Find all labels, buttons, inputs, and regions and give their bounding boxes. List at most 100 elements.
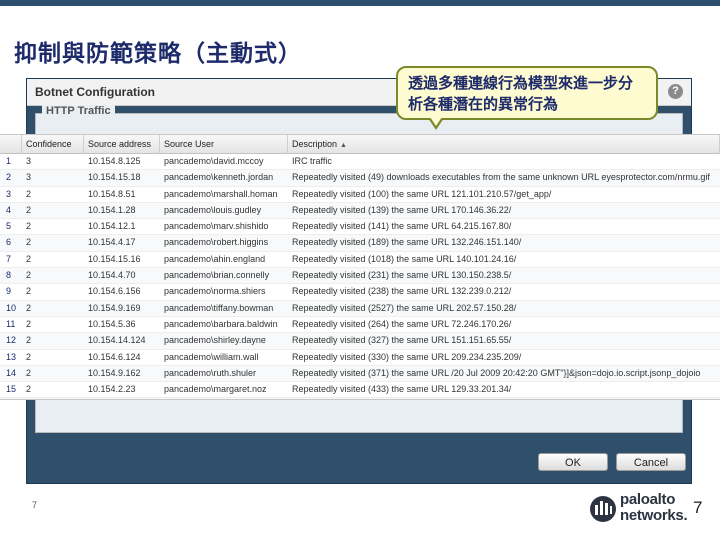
row-number-header	[0, 135, 22, 153]
top-bar	[0, 0, 720, 6]
confidence-cell: 2	[26, 302, 32, 313]
table-row[interactable]: 10 2 10.154.9.169 pancademo\tiffany.bowman R…	[0, 300, 720, 317]
source-user-cell: pancademo\marshall.homan	[164, 188, 278, 199]
section-title: HTTP Traffic	[42, 105, 115, 117]
source-address-column-header[interactable]: Source address	[84, 135, 160, 153]
table-row[interactable]: 8 2 10.154.4.70 pancademo\brian.connelly Rep…	[0, 268, 720, 285]
table-row[interactable]: 6 2 10.154.4.17 pancademo\robert.higgins Rep…	[0, 235, 720, 252]
description-header-label: Description	[292, 139, 338, 149]
confidence-cell: 2	[26, 221, 32, 232]
row-number: 16	[0, 398, 22, 399]
source-user-column-header[interactable]: Source User	[160, 135, 288, 153]
source-address-cell: 10.154.2.53	[84, 398, 160, 399]
slide-title: 抑制與防範策略（主動式）	[14, 40, 302, 67]
row-number: 15	[6, 384, 17, 395]
table-header: Confidence Source address Source User De…	[0, 135, 720, 154]
row-number: 5	[6, 221, 12, 232]
paloalto-logo-icon	[590, 496, 616, 522]
source-user-cell: pancademo\norma.shiers	[164, 286, 266, 297]
description-cell: Repeatedly visited (2527) the same URL 2…	[292, 302, 517, 313]
confidence-cell: 3	[26, 156, 32, 166]
source-user-cell: pancademo\brian.connelly	[164, 270, 270, 281]
source-user-cell: pancademo\ahin.england	[164, 253, 266, 264]
description-cell: Repeatedly visited (49) downloads execut…	[292, 172, 710, 183]
table-row[interactable]: 2 3 10.154.15.18 pancademo\kenneth.jordan Re…	[0, 170, 720, 187]
source-user-cell: pancademo\louis.gudley	[164, 204, 262, 215]
ok-button[interactable]: OK	[538, 453, 608, 471]
source-user-cell: pancademo\william.wall	[164, 351, 259, 362]
confidence-cell: 2	[26, 204, 32, 215]
help-icon[interactable]: ?	[668, 84, 683, 99]
table-row[interactable]: 4 2 10.154.1.28 pancademo\louis.gudley Repea…	[0, 202, 720, 220]
row-number: 13	[6, 351, 17, 362]
table-row[interactable]: 3 2 10.154.8.51 pancademo\marshall.homan Rep…	[0, 187, 720, 203]
table-row[interactable]: 9 2 10.154.6.156 pancademo\norma.shiers Repe…	[0, 284, 720, 301]
description-cell: Repeatedly visited (327) the same URL 15…	[292, 335, 512, 346]
table-row[interactable]: 15 2 10.154.2.23 pancademo\margaret.noz Repe…	[0, 382, 720, 399]
source-address-cell: 10.154.9.162	[88, 367, 141, 378]
source-address-cell: 10.154.6.124	[88, 351, 141, 362]
description-cell: Repeatedly visited (100) the same URL 12…	[292, 188, 552, 199]
description-cell: Repeatedly visited (330) the same URL 20…	[292, 351, 522, 362]
botnet-report-table: Confidence Source address Source User De…	[0, 134, 720, 400]
description-cell: Repeatedly visited (433) the same URL 12…	[292, 384, 512, 395]
row-number: 2	[6, 172, 12, 183]
source-user-cell: pancademo\robert.higgins	[164, 237, 269, 248]
description-cell: Repeatedly visited (45) the same URL 174…	[288, 398, 720, 399]
page-number: 7	[693, 498, 703, 517]
row-number: 8	[6, 270, 12, 281]
source-address-cell: 10.154.4.70	[88, 270, 136, 281]
cancel-button[interactable]: Cancel	[616, 453, 686, 471]
source-address-cell: 10.154.12.1	[88, 221, 136, 232]
description-cell: Repeatedly visited (1018) the same URL 1…	[292, 253, 517, 264]
source-user-cell: pancademo\david.mccoy	[164, 156, 264, 166]
confidence-column-header[interactable]: Confidence	[22, 135, 84, 153]
source-address-cell: 10.154.9.169	[88, 302, 141, 313]
description-cell: IRC traffic	[292, 156, 332, 166]
table-row[interactable]: 12 2 10.154.14.124 pancademo\shirley.dayne R…	[0, 333, 720, 350]
description-cell: Repeatedly visited (189) the same URL 13…	[292, 237, 522, 248]
confidence-cell: 2	[26, 253, 32, 264]
logo-line-1: paloalto	[620, 491, 676, 508]
confidence-cell: 2	[22, 398, 84, 399]
page-number-small: 7	[32, 500, 38, 510]
paloalto-networks-logo: paloalto networks.	[590, 490, 688, 528]
source-address-cell: 10.154.2.23	[88, 384, 136, 395]
source-address-cell: 10.154.15.16	[88, 253, 141, 264]
description-cell: Repeatedly visited (371) the same URL /2…	[292, 367, 701, 378]
confidence-cell: 2	[26, 237, 32, 248]
description-column-header[interactable]: Description ▲	[288, 135, 720, 153]
dialog-title: Botnet Configuration	[35, 85, 155, 99]
confidence-cell: 2	[26, 335, 32, 346]
table-row[interactable]: 1 3 10.154.8.125 pancademo\david.mccoy IRC t…	[0, 154, 720, 171]
description-cell: Repeatedly visited (231) the same URL 13…	[292, 270, 512, 281]
source-address-cell: 10.154.1.28	[88, 204, 136, 215]
table-row[interactable]: 11 2 10.154.5.36 pancademo\barbara.baldwin R…	[0, 317, 720, 334]
row-number: 11	[6, 318, 16, 329]
callout-tail-fill	[430, 117, 442, 126]
confidence-cell: 2	[26, 318, 32, 329]
source-address-cell: 10.154.8.51	[88, 188, 136, 199]
source-address-cell: 10.154.8.125	[88, 156, 141, 166]
confidence-cell: 2	[26, 188, 32, 199]
confidence-cell: 2	[26, 270, 32, 281]
table-row[interactable]: 16210.154.2.53pancademo\diane.cornelleau…	[0, 398, 720, 399]
source-user-cell: pancademo\kenneth.jordan	[164, 172, 274, 183]
source-address-cell: 10.154.5.36	[88, 318, 136, 329]
source-address-cell: 10.154.4.17	[88, 237, 136, 248]
row-number: 4	[6, 204, 12, 215]
source-user-cell: pancademo\ruth.shuler	[164, 367, 257, 378]
table-row[interactable]: 14 2 10.154.9.162 pancademo\ruth.shuler Repe…	[0, 365, 720, 383]
description-cell: Repeatedly visited (238) the same URL 13…	[292, 286, 512, 297]
row-number: 14	[6, 367, 17, 378]
description-cell: Repeatedly visited (264) the same URL 72…	[292, 318, 512, 329]
table-row[interactable]: 7 2 10.154.15.16 pancademo\ahin.england Repe…	[0, 252, 720, 269]
table-row[interactable]: 13 2 10.154.6.124 pancademo\william.wall Rep…	[0, 350, 720, 366]
confidence-cell: 2	[26, 384, 32, 395]
source-user-cell: pancademo\tiffany.bowman	[164, 302, 274, 313]
row-number: 7	[6, 253, 12, 264]
table-row[interactable]: 5 2 10.154.12.1 pancademo\marv.shishido Repe…	[0, 219, 720, 236]
source-address-cell: 10.154.6.156	[88, 286, 141, 297]
row-number: 6	[6, 237, 12, 248]
row-number: 3	[6, 188, 12, 199]
